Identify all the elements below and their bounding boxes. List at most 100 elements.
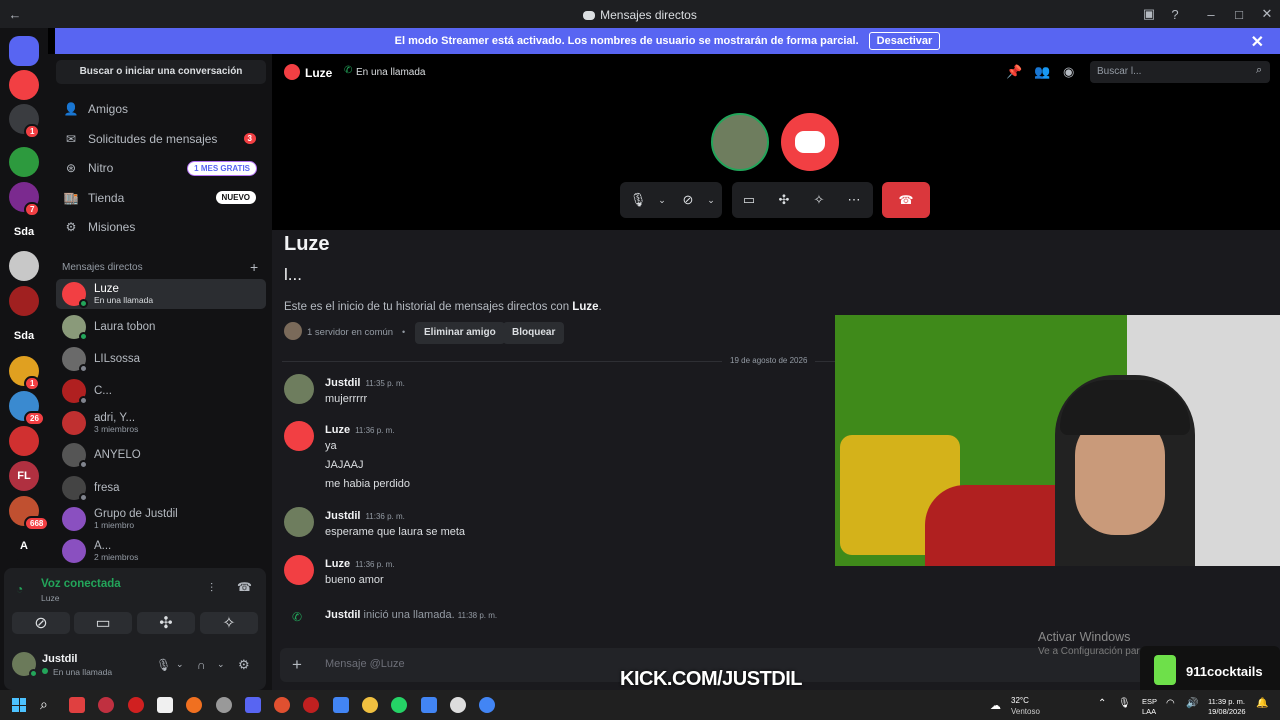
author-name[interactable]: Justdil <box>325 377 360 389</box>
chrome-app-icon[interactable] <box>479 697 496 713</box>
dm-item[interactable]: A... 2 miembros <box>56 536 266 566</box>
message-author[interactable]: Justdil 11:35 p. m. <box>325 377 405 389</box>
participant-avatar-luze[interactable] <box>781 113 839 171</box>
dm-item[interactable]: Grupo de Justdil 1 miembro <box>56 504 266 534</box>
dm-item[interactable]: Laura tobon <box>56 312 266 342</box>
more-icon[interactable]: ⋯ <box>839 182 869 218</box>
disconnect-icon[interactable]: ☎ <box>237 580 252 594</box>
activities-button[interactable]: ✣ <box>137 612 195 634</box>
minimize-icon[interactable]: – <box>1200 4 1222 24</box>
volume-icon[interactable]: 🔊 <box>1186 698 1198 709</box>
nav-item-misiones[interactable]: ⚙ Misiones <box>56 213 266 241</box>
wifi-icon[interactable]: ◠ <box>1166 698 1175 709</box>
clock-date[interactable]: 19/08/2026 <box>1208 707 1246 716</box>
dm-item[interactable]: fresa <box>56 473 266 503</box>
add-friends-icon[interactable]: 👥 <box>1034 64 1050 80</box>
author-name[interactable]: Luze <box>325 558 350 570</box>
message-avatar[interactable] <box>284 555 314 585</box>
message-avatar[interactable] <box>284 374 314 404</box>
hang-up-button[interactable]: ☎ <box>882 182 930 218</box>
nav-item-tienda[interactable]: 🏬 Tienda NUEVO <box>56 184 266 212</box>
message-author[interactable]: Luze 11:36 p. m. <box>325 424 395 436</box>
dm-item[interactable]: ANYELO <box>56 440 266 470</box>
dm-item[interactable]: Luze En una llamada <box>56 279 266 309</box>
user-avatar[interactable] <box>12 652 38 678</box>
chrome-app-icon[interactable] <box>332 697 349 713</box>
server-icon[interactable] <box>9 70 39 100</box>
opera-app-icon[interactable] <box>127 697 144 713</box>
attach-plus-icon[interactable]: + <box>292 655 302 675</box>
create-dm-icon[interactable]: + <box>250 259 258 275</box>
chrome-app-icon[interactable] <box>420 697 437 713</box>
find-conversation-button[interactable]: Buscar o iniciar una conversación <box>56 60 266 84</box>
remove-friend-button[interactable]: Eliminar amigo <box>415 322 505 344</box>
chevron-down-icon[interactable]: ⌄ <box>696 182 726 218</box>
dm-item[interactable]: LILsossa <box>56 344 266 374</box>
activities-icon[interactable]: ✣ <box>769 182 799 218</box>
firefox-app-icon[interactable] <box>186 697 203 713</box>
folder-app-icon[interactable] <box>362 697 378 713</box>
mic-tray-icon[interactable]: 🎙 <box>1118 698 1131 709</box>
microphone-icon[interactable]: 🎙 <box>156 658 171 672</box>
nav-item-nitro[interactable]: ⊛ Nitro 1 MES GRATIS <box>56 154 266 182</box>
capcut-app-icon[interactable] <box>449 697 466 713</box>
server-icon[interactable] <box>9 251 39 281</box>
notification-icon[interactable]: 🔔 <box>1256 698 1268 709</box>
mutual-servers[interactable]: 1 servidor en común <box>307 327 393 338</box>
author-name[interactable]: Justdil <box>325 510 360 522</box>
store-app-icon[interactable] <box>156 697 173 713</box>
screen-share-icon[interactable]: ▭ <box>734 182 764 218</box>
clock-time[interactable]: 11:39 p. m. <box>1208 697 1245 706</box>
nav-item-solicitudes[interactable]: ✉ Solicitudes de mensajes 3 <box>56 125 266 153</box>
soundboard-icon[interactable]: ⫶ <box>210 581 213 596</box>
participant-avatar-justdil[interactable] <box>711 113 769 171</box>
server-icon[interactable]: Sda <box>9 321 39 351</box>
search-icon[interactable]: ⌕ <box>40 696 48 713</box>
message-avatar[interactable] <box>284 421 314 451</box>
whatsapp-app-icon[interactable] <box>391 697 408 713</box>
dm-item[interactable]: C... <box>56 376 266 406</box>
profile-icon[interactable]: ◉ <box>1063 64 1074 80</box>
block-button[interactable]: Bloquear <box>503 322 565 344</box>
app-icon[interactable] <box>303 697 320 713</box>
nav-item-amigos[interactable]: 👤 Amigos <box>56 95 266 123</box>
brave-app-icon[interactable] <box>274 697 291 713</box>
chevron-down-icon[interactable]: ⌄ <box>217 659 225 670</box>
lang-bottom[interactable]: LAA <box>1142 707 1156 716</box>
author-name[interactable]: Luze <box>325 424 350 436</box>
server-icon[interactable]: Sda <box>9 217 39 247</box>
chevron-down-icon[interactable]: ⌄ <box>176 659 184 670</box>
server-icon[interactable]: FL <box>9 461 39 491</box>
steam-app-icon[interactable] <box>215 697 232 713</box>
share-screen-button[interactable]: ▭ <box>74 612 132 634</box>
message-input[interactable]: Mensaje @Luze <box>325 658 405 670</box>
lang-top[interactable]: ESP <box>1142 697 1157 706</box>
message-avatar[interactable] <box>284 507 314 537</box>
close-icon[interactable]: ✕ <box>1251 32 1264 52</box>
server-icon[interactable] <box>9 147 39 177</box>
server-icon[interactable]: A <box>9 531 39 561</box>
server-icon[interactable] <box>9 286 39 316</box>
camera-off-button[interactable]: ⊘ <box>12 612 70 634</box>
start-icon[interactable] <box>12 698 26 712</box>
maximize-icon[interactable]: □ <box>1228 4 1250 24</box>
pin-icon[interactable]: 📌 <box>1006 64 1022 80</box>
server-icon[interactable] <box>9 426 39 456</box>
close-window-icon[interactable]: ✕ <box>1256 4 1278 24</box>
sparkle-icon[interactable]: ✧ <box>804 182 834 218</box>
acrobat-app-icon[interactable] <box>98 697 115 713</box>
help-icon[interactable]: ? <box>1164 4 1186 24</box>
dm-item[interactable]: adri, Y... 3 miembros <box>56 408 266 438</box>
chevron-up-icon[interactable]: ⌃ <box>1098 698 1106 709</box>
gear-icon[interactable]: ⚙ <box>238 657 250 673</box>
search-input[interactable]: Buscar l... <box>1090 61 1270 83</box>
server-icon[interactable] <box>9 36 39 66</box>
youtube-app-icon[interactable] <box>69 697 85 713</box>
inbox-icon[interactable]: ▣ <box>1138 4 1160 24</box>
effects-button[interactable]: ✧ <box>200 612 258 634</box>
deactivate-button[interactable]: Desactivar <box>868 32 941 50</box>
headphones-icon[interactable]: ∩ <box>197 658 206 672</box>
discord-app-icon[interactable] <box>244 697 261 713</box>
message-author[interactable]: Luze 11:36 p. m. <box>325 558 395 570</box>
message-author[interactable]: Justdil 11:36 p. m. <box>325 510 405 522</box>
